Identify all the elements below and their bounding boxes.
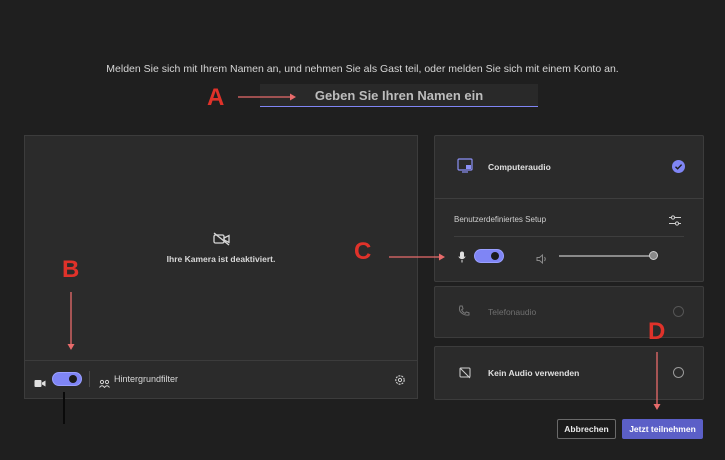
custom-setup-divider	[454, 236, 684, 237]
phone-icon	[458, 304, 470, 322]
annotation-marker-d: D	[648, 318, 666, 345]
speaker-volume-thumb[interactable]	[649, 251, 658, 260]
computer-audio-panel[interactable]: Computeraudio Benutzerdefiniertes Setup	[434, 135, 704, 282]
computer-audio-radio-checked[interactable]	[672, 160, 685, 173]
background-filter-icon[interactable]	[99, 375, 110, 393]
annotation-marker-c: C	[354, 238, 372, 265]
no-audio-label: Kein Audio verwenden	[488, 368, 580, 378]
annotation-arrow-b	[66, 292, 76, 350]
annotation-arrow-a	[238, 89, 296, 101]
speaker-volume-track[interactable]	[559, 255, 655, 257]
annotation-arrow-d	[652, 352, 662, 410]
no-audio-icon	[459, 366, 471, 384]
computer-audio-icon	[457, 158, 474, 178]
camera-toggle-pointer-line	[63, 392, 65, 424]
join-instructions: Melden Sie sich mit Ihrem Namen an, und …	[106, 63, 619, 75]
custom-setup-label[interactable]: Benutzerdefiniertes Setup	[454, 215, 546, 224]
cancel-button[interactable]: Abbrechen	[557, 419, 616, 439]
camera-icon	[34, 375, 46, 393]
computer-audio-label: Computeraudio	[488, 162, 551, 172]
speaker-icon	[536, 251, 548, 269]
name-input[interactable]	[260, 84, 538, 107]
no-audio-panel[interactable]: Kein Audio verwenden	[434, 346, 704, 400]
computer-audio-divider	[435, 198, 703, 199]
phone-audio-radio[interactable]	[673, 306, 684, 317]
camera-settings-gear-icon[interactable]	[394, 373, 406, 391]
device-settings-icon[interactable]	[669, 213, 681, 231]
join-now-button[interactable]: Jetzt teilnehmen	[622, 419, 703, 439]
camera-off-icon	[213, 232, 231, 251]
camera-bar-separator	[89, 371, 90, 387]
microphone-icon	[458, 250, 466, 268]
camera-bar-divider	[25, 360, 417, 361]
microphone-toggle[interactable]	[474, 249, 504, 263]
annotation-arrow-c	[389, 249, 445, 261]
annotation-marker-b: B	[62, 256, 80, 283]
no-audio-radio[interactable]	[673, 367, 684, 378]
camera-preview-panel: Ihre Kamera ist deaktiviert. Hintergrund…	[24, 135, 418, 399]
phone-audio-label: Telefonaudio	[488, 307, 537, 317]
camera-toggle[interactable]	[52, 372, 82, 386]
background-filter-label[interactable]: Hintergrundfilter	[114, 374, 178, 384]
annotation-marker-a: A	[207, 84, 225, 111]
